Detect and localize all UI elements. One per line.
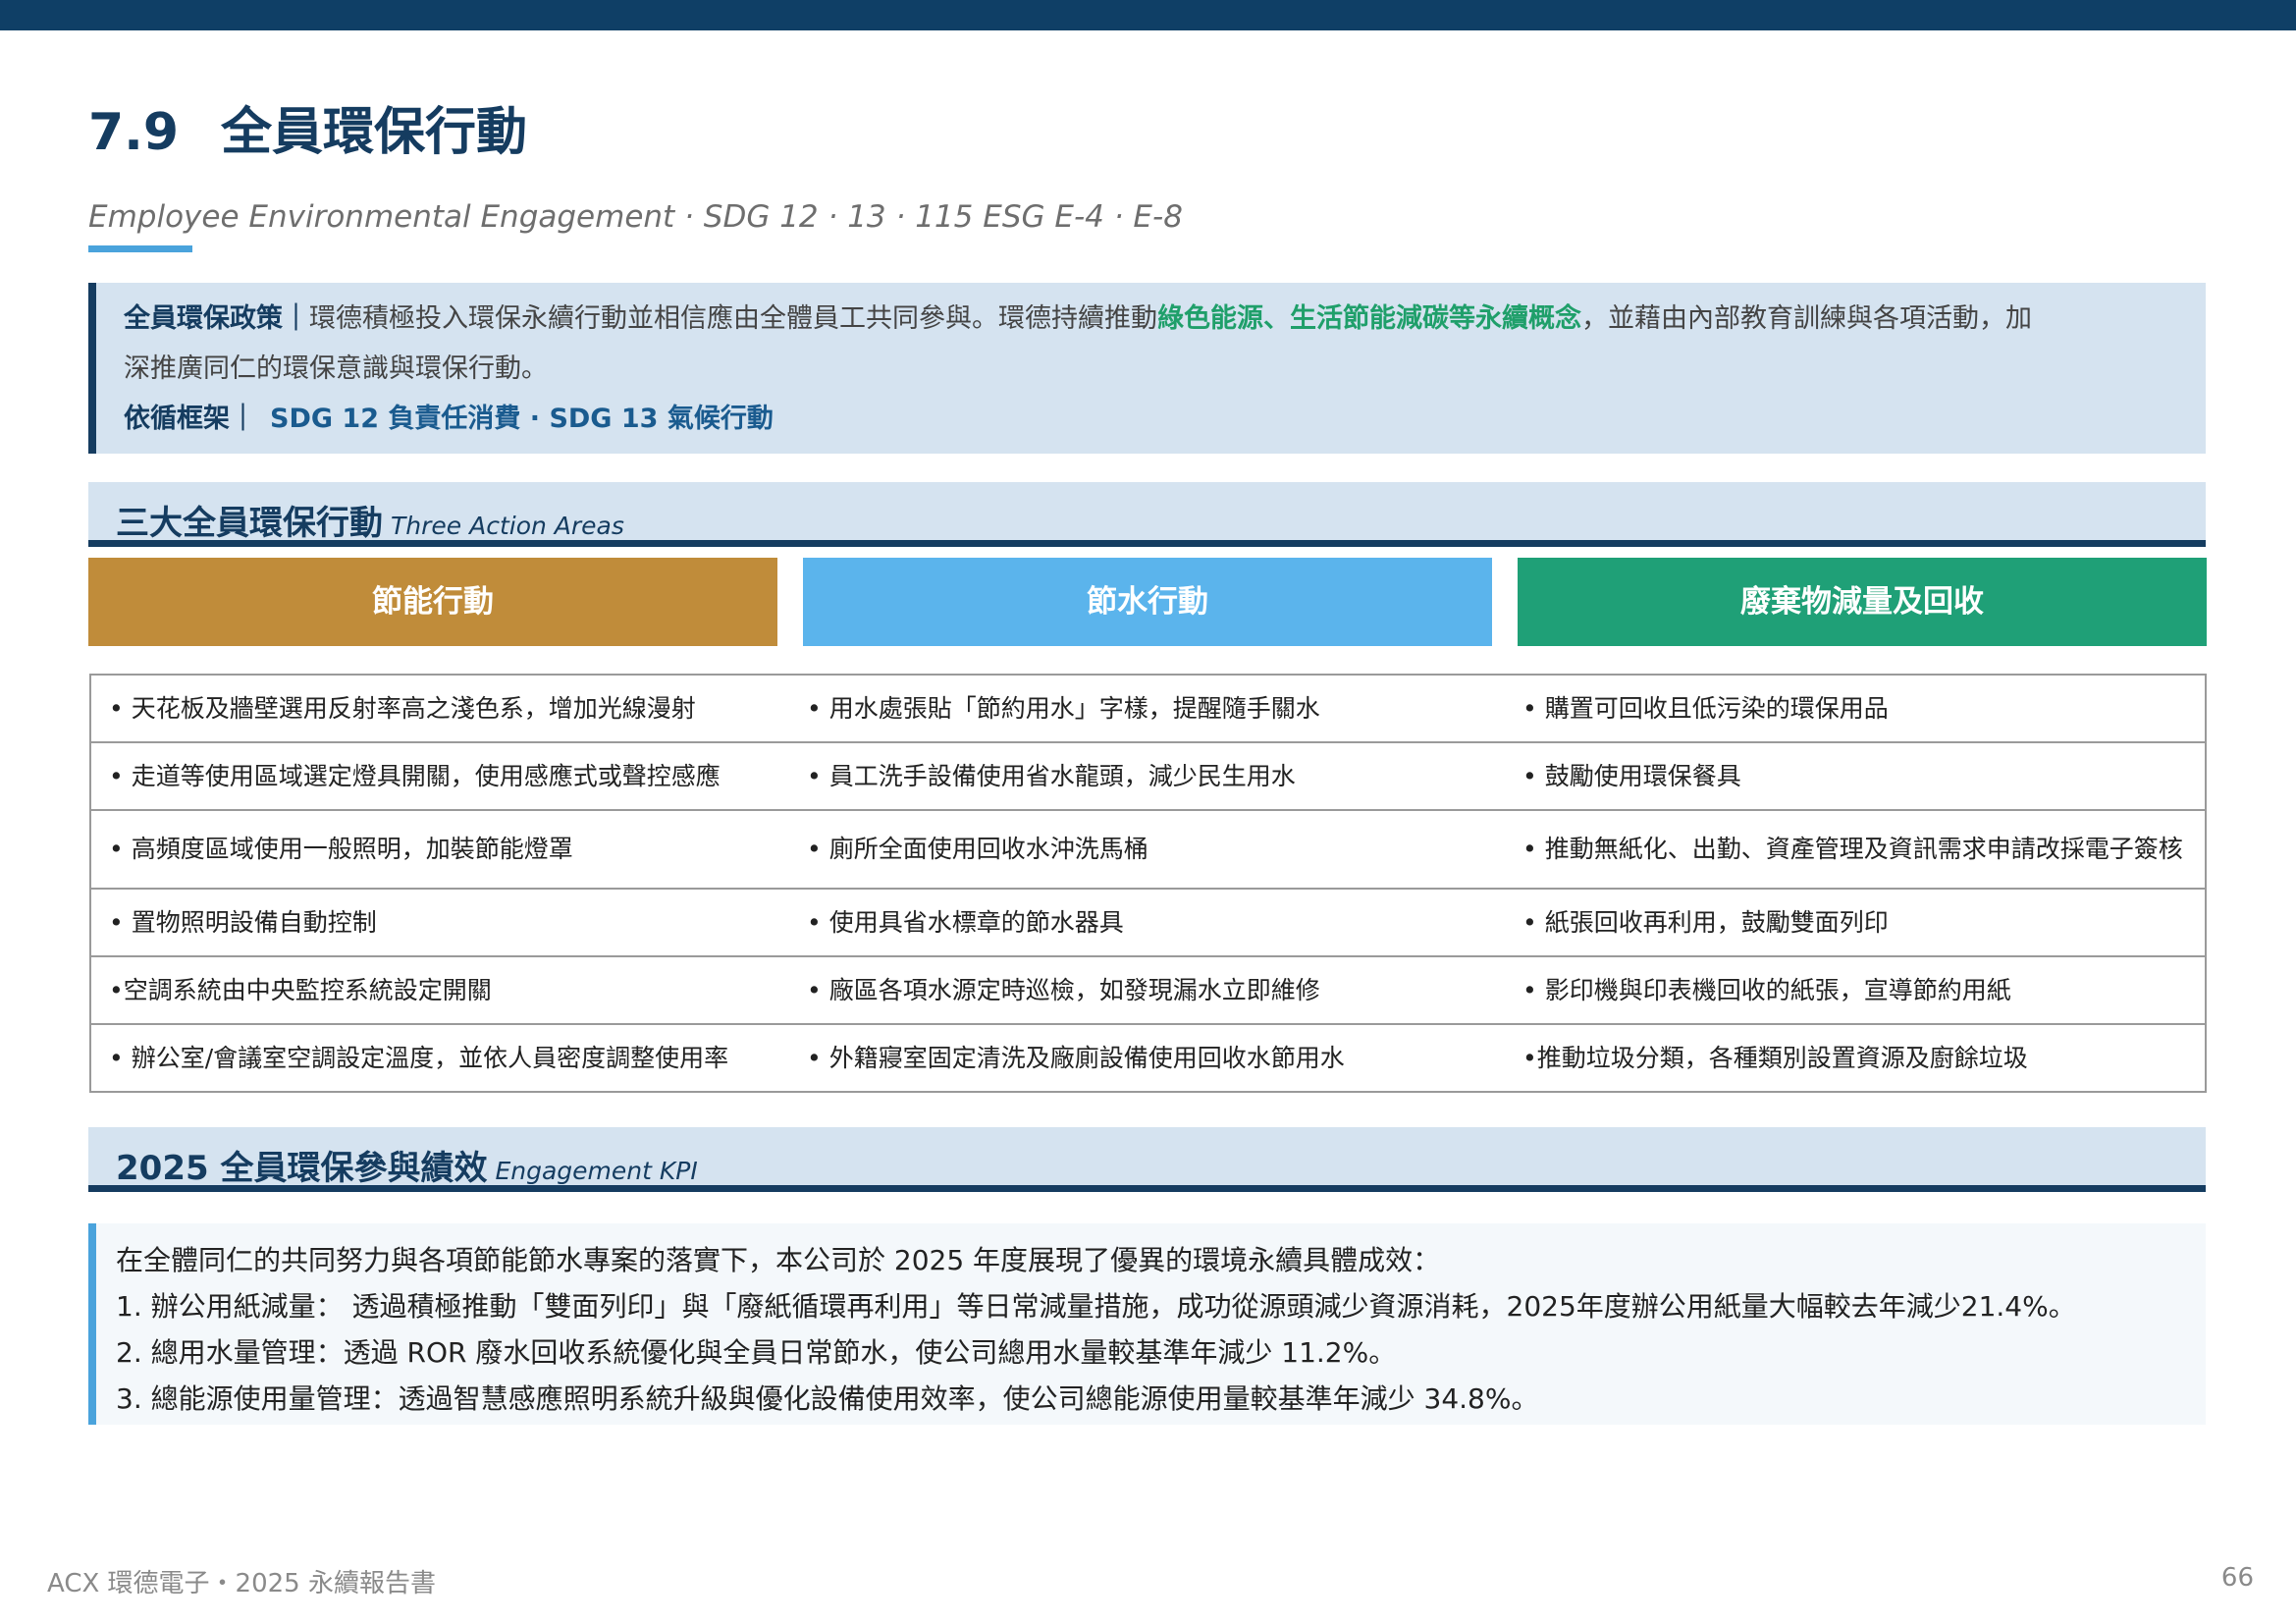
subtitle-underline	[88, 245, 192, 252]
column-header-water: 節水行動	[803, 558, 1492, 646]
table-cell: • 高頻度區域使用一般照明，加裝節能燈罩	[89, 809, 789, 890]
table-cell: • 鼓勵使用環保餐具	[1505, 741, 2207, 811]
table-cell: • 用水處張貼「節約用水」字樣，提醒隨手關水	[789, 674, 1505, 743]
table-cell: • 紙張回收再利用，鼓勵雙面列印	[1505, 888, 2207, 957]
table-row: • 走道等使用區域選定燈具開關，使用感應式或聲控感應 • 員工洗手設備使用省水龍…	[89, 741, 2207, 811]
framework-label: 依循框架｜	[124, 404, 256, 434]
policy-box: 全員環保政策｜環德積極投入環保永續行動並相信應由全體員工共同參與。環德持續推動綠…	[88, 283, 2206, 454]
table-cell: • 廠區各項水源定時巡檢，如發現漏水立即維修	[789, 955, 1505, 1025]
top-banner-bar	[0, 0, 2296, 30]
actions-section-title: 三大全員環保行動 Three Action Areas	[116, 496, 624, 544]
table-cell: • 購置可回收且低污染的環保用品	[1505, 674, 2207, 743]
policy-highlight: 綠色能源、生活節能減碳等永續概念	[1157, 303, 1581, 334]
table-cell: • 使用具省水標章的節水器具	[789, 888, 1505, 957]
column-header-waste: 廢棄物減量及回收	[1518, 558, 2207, 646]
kpi-item-energy: 3. 總能源使用量管理：透過智慧感應照明系統升級與優化設備使用效率，使公司總能源…	[116, 1382, 1539, 1415]
framework-line: 依循框架｜ SDG 12 負責任消費 · SDG 13 氣候行動	[124, 394, 774, 445]
table-row: • 置物照明設備自動控制 • 使用具省水標章的節水器具 • 紙張回收再利用，鼓勵…	[89, 888, 2207, 957]
table-cell: • 天花板及牆壁選用反射率高之淺色系，增加光線漫射	[89, 674, 789, 743]
table-row: • 辦公室/會議室空調設定溫度，並依人員密度調整使用率 • 外籍寢室固定清洗及廠…	[89, 1023, 2207, 1093]
kpi-title-en: Engagement KPI	[495, 1157, 698, 1185]
actions-section-header: 三大全員環保行動 Three Action Areas	[88, 482, 2206, 547]
page-subtitle: Employee Environmental Engagement · SDG …	[88, 199, 1183, 235]
kpi-section-header: 2025 全員環保參與績效 Engagement KPI	[88, 1127, 2206, 1192]
section-number: 7.9	[88, 103, 180, 162]
table-cell: •空調系統由中央監控系統設定開關	[89, 955, 789, 1025]
table-cell: • 辦公室/會議室空調設定溫度，並依人員密度調整使用率	[89, 1023, 789, 1093]
kpi-item-water: 2. 總用水量管理：透過 ROR 廢水回收系統優化與全員日常節水，使公司總用水量…	[116, 1336, 1397, 1369]
page-number: 66	[2220, 1563, 2254, 1593]
kpi-box: 在全體同仁的共同努力與各項節能節水專案的落實下，本公司於 2025 年度展現了優…	[88, 1223, 2206, 1425]
column-header-energy: 節能行動	[88, 558, 777, 646]
kpi-item-paper: 1. 辦公用紙減量： 透過積極推動「雙面列印」與「廢紙循環再利用」等日常減量措施…	[116, 1290, 2076, 1323]
policy-text-b: ，並藉由內部教育訓練與各項活動，加	[1581, 303, 2032, 334]
kpi-title-zh: 2025 全員環保參與績效	[116, 1149, 488, 1188]
footer-report-name: ACX 環德電子・2025 永續報告書	[47, 1569, 436, 1598]
actions-table: • 天花板及牆壁選用反射率高之淺色系，增加光線漫射 • 用水處張貼「節約用水」字…	[89, 674, 2207, 1093]
table-cell: • 置物照明設備自動控制	[89, 888, 789, 957]
policy-line-1: 全員環保政策｜環德積極投入環保永續行動並相信應由全體員工共同參與。環德持續推動綠…	[124, 294, 2032, 345]
policy-text-a: 環德積極投入環保永續行動並相信應由全體員工共同參與。環德持續推動	[309, 303, 1157, 334]
policy-accent-bar	[88, 283, 96, 454]
table-cell: • 走道等使用區域選定燈具開關，使用感應式或聲控感應	[89, 741, 789, 811]
table-cell: • 影印機與印表機回收的紙張，宣導節約用紙	[1505, 955, 2207, 1025]
table-cell: • 員工洗手設備使用省水龍頭，減少民生用水	[789, 741, 1505, 811]
table-row: •空調系統由中央監控系統設定開關 • 廠區各項水源定時巡檢，如發現漏水立即維修 …	[89, 955, 2207, 1025]
table-row: • 高頻度區域使用一般照明，加裝節能燈罩 • 廁所全面使用回收水沖洗馬桶 • 推…	[89, 809, 2207, 890]
section-title: 全員環保行動	[221, 103, 528, 162]
page-title: 7.9 全員環保行動	[88, 90, 527, 164]
framework-text: SDG 12 負責任消費 · SDG 13 氣候行動	[270, 404, 774, 434]
table-cell: • 推動無紙化、出勤、資產管理及資訊需求申請改採電子簽核	[1505, 809, 2207, 890]
table-cell: • 外籍寢室固定清洗及廠廁設備使用回收水節用水	[789, 1023, 1505, 1093]
kpi-section-title: 2025 全員環保參與績效 Engagement KPI	[116, 1141, 698, 1189]
kpi-accent-bar	[88, 1223, 96, 1425]
table-cell: • 廁所全面使用回收水沖洗馬桶	[789, 809, 1505, 890]
policy-line-2: 深推廣同仁的環保意識與環保行動。	[124, 353, 548, 384]
table-cell: •推動垃圾分類，各種類別設置資源及廚餘垃圾	[1505, 1023, 2207, 1093]
actions-title-en: Three Action Areas	[391, 512, 624, 540]
actions-title-zh: 三大全員環保行動	[116, 504, 383, 543]
table-row: • 天花板及牆壁選用反射率高之淺色系，增加光線漫射 • 用水處張貼「節約用水」字…	[89, 674, 2207, 743]
kpi-intro: 在全體同仁的共同努力與各項節能節水專案的落實下，本公司於 2025 年度展現了優…	[116, 1244, 1441, 1276]
policy-label: 全員環保政策｜	[124, 303, 309, 334]
